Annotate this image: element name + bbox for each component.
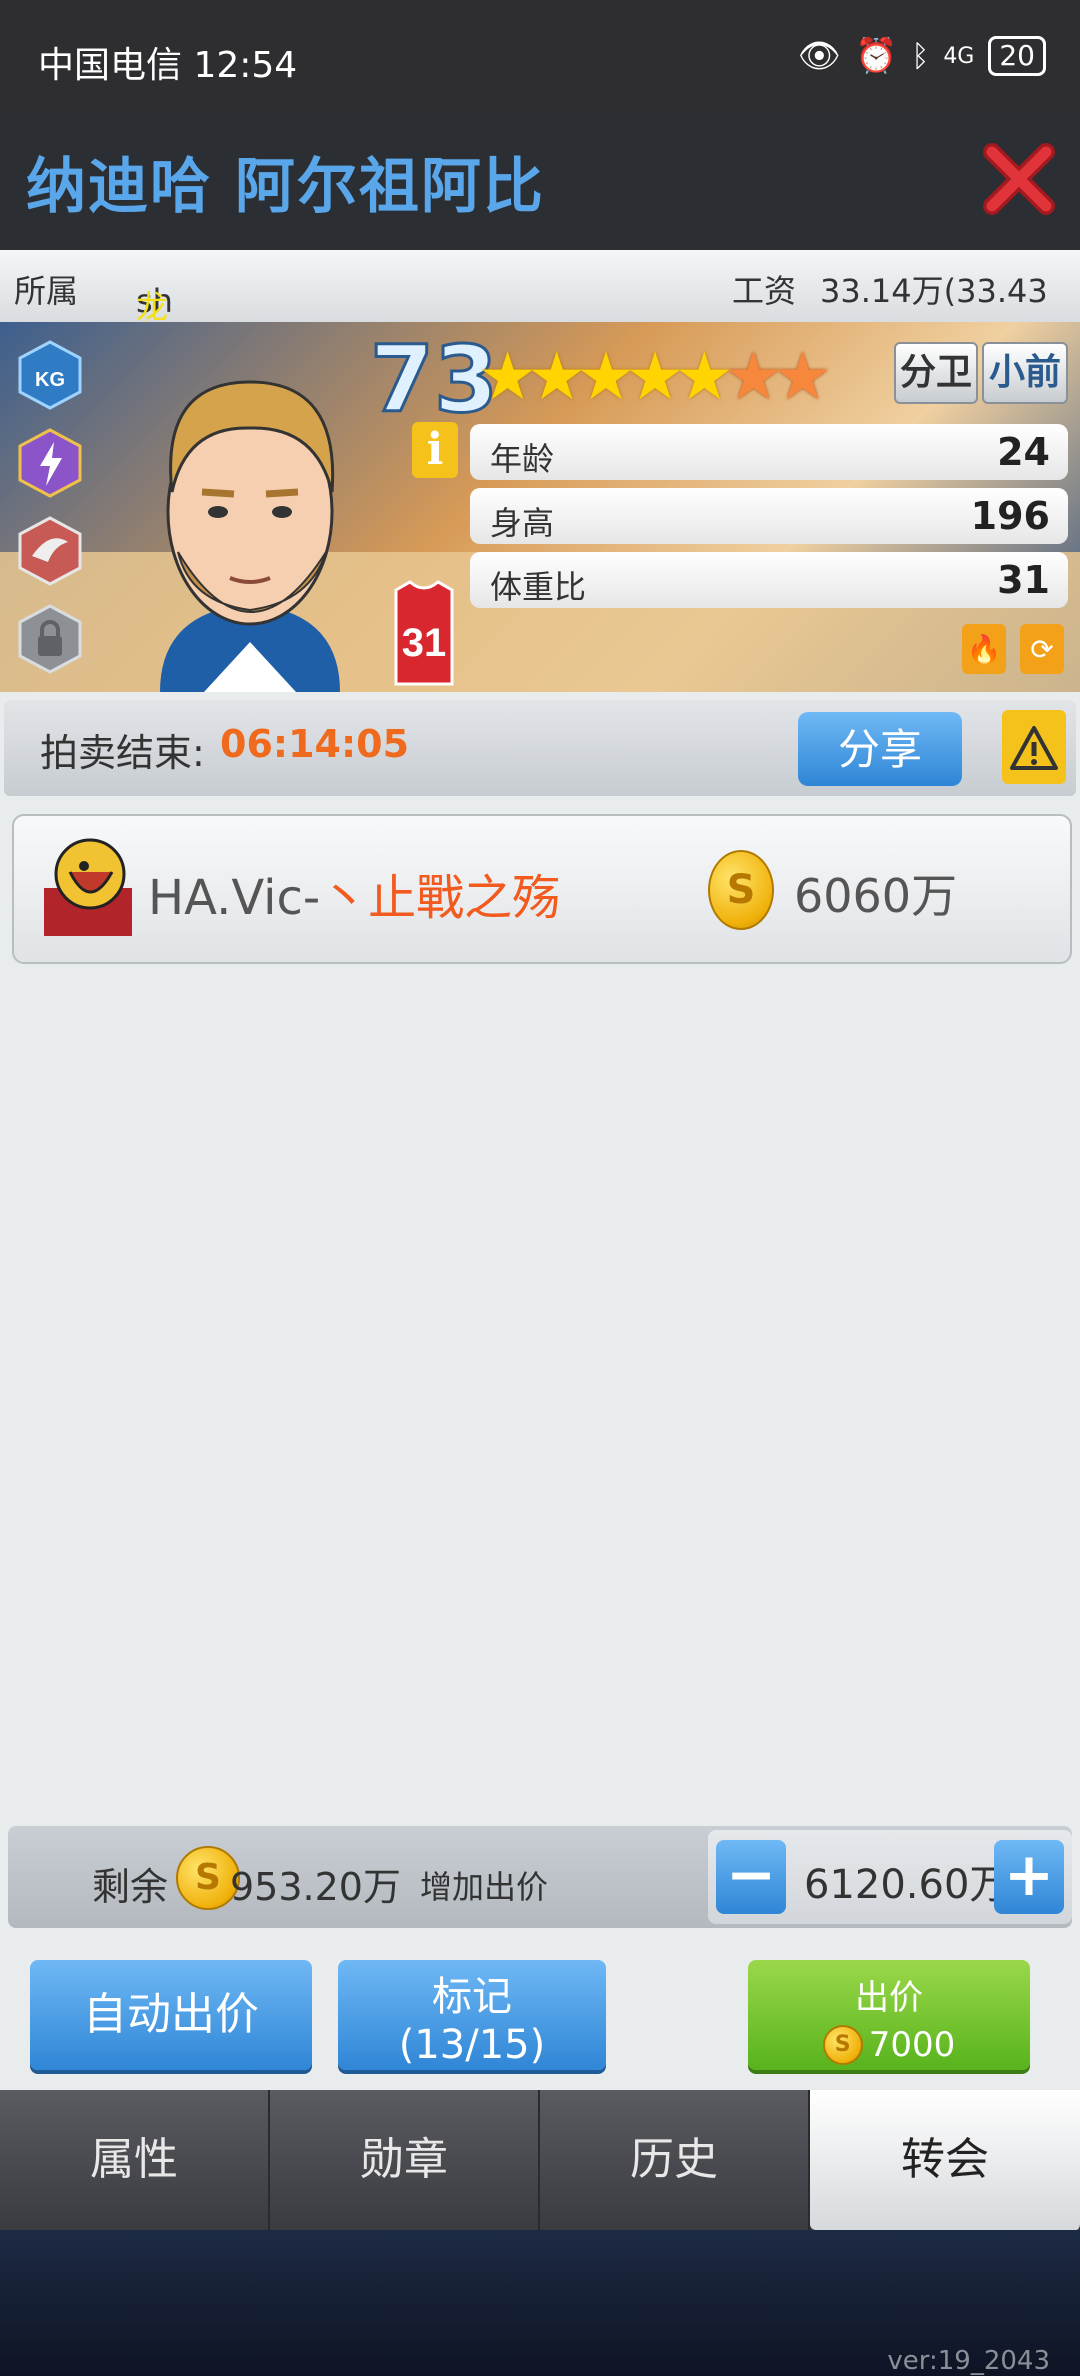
tab-transfer[interactable]: 转会 <box>810 2090 1080 2230</box>
alarm-icon: ⏰ <box>854 36 898 76</box>
close-icon[interactable] <box>982 142 1056 216</box>
bid-cost: S 7000 <box>748 2025 1030 2065</box>
jersey-number: 31 <box>402 621 447 665</box>
bottom-tabs: 属性 勋章 历史 转会 <box>0 2090 1080 2230</box>
lock-badge-icon[interactable] <box>18 604 82 674</box>
auction-end-label: 拍卖结束: <box>40 731 205 775</box>
svg-text:KG: KG <box>35 369 65 391</box>
eye-icon: 👁 <box>797 36 841 76</box>
team-label: 所属 <box>14 272 79 310</box>
star-icon: ★ <box>478 338 537 415</box>
auction-timer-bar: 拍卖结束: 06:14:05 分享 <box>4 700 1076 796</box>
bid-button[interactable]: 出价 S 7000 <box>748 1960 1030 2070</box>
remaining-value: 953.20万 <box>230 1865 401 1909</box>
jersey-icon: 31 <box>394 580 454 686</box>
auto-bid-button[interactable]: 自动出价 <box>30 1960 312 2070</box>
star-icon: ★ <box>723 338 783 415</box>
title-bar: 纳迪哈 阿尔祖阿比 <box>0 110 1080 250</box>
mark-count: (13/15) <box>398 2022 546 2068</box>
star-icon: ★ <box>576 338 635 415</box>
player-card: KG 73 ★★★★★★★ 分卫 小前 i 年龄 24 身高 196 体重比 3… <box>0 322 1080 692</box>
battery-icon: 20 <box>988 36 1046 76</box>
warning-icon[interactable] <box>1002 710 1066 784</box>
position-badge-sf: 小前 <box>982 342 1068 404</box>
bid-value-input[interactable]: 6120.60万 <box>804 1852 1009 1910</box>
status-icons: 👁 ⏰ ᛒ 4G 20 <box>798 36 1046 76</box>
bidder-name: HA.Vic-丶止戰之殇 <box>148 870 561 926</box>
purple-lightning-badge-icon[interactable] <box>18 428 82 498</box>
refresh-icon[interactable]: ⟳ <box>1020 624 1064 674</box>
bid-label: 出价 <box>855 1978 923 2018</box>
star-icon: ★ <box>674 338 734 415</box>
team-logo-icon <box>44 838 132 936</box>
bid-stepper: − 6120.60万 + <box>708 1830 1072 1924</box>
bid-controls: 剩余 S 953.20万 增加出价 − 6120.60万 + <box>8 1826 1072 1928</box>
share-button[interactable]: 分享 <box>798 712 962 786</box>
remaining-label: 剩余 <box>92 1865 169 1909</box>
player-avatar <box>160 380 340 692</box>
star-icon: ★ <box>625 338 685 415</box>
list-item: HA.Vic-丶止戰之殇 S 6060万 <box>12 814 1072 964</box>
stat-age: 年龄 24 <box>470 424 1068 480</box>
increase-bid-label: 增加出价 <box>420 1868 549 1906</box>
position-badge-sg: 分卫 <box>894 342 978 404</box>
mark-label: 标记 <box>432 1974 512 2020</box>
kg-badge-icon[interactable]: KG <box>18 340 82 410</box>
team-salary-row: 所属 sh💫-龙宝 工资 33.14万(33.43万) <box>0 250 1080 372</box>
plus-button[interactable]: + <box>994 1840 1064 1914</box>
background-nav: ver:19_2043 <box>0 2230 1080 2376</box>
fire-icon[interactable]: 🔥 <box>962 624 1006 674</box>
stat-height: 身高 196 <box>470 488 1068 544</box>
salary-label: 工资 <box>732 272 797 310</box>
coin-icon: S <box>822 2025 863 2065</box>
star-icon: ★ <box>773 338 832 415</box>
coin-icon: S <box>708 850 774 930</box>
wing-badge-icon[interactable] <box>18 516 82 586</box>
minus-button[interactable]: − <box>716 1840 786 1914</box>
bid-amount: 6060万 <box>794 869 958 923</box>
mark-button[interactable]: 标记 (13/15) <box>338 1960 606 2070</box>
signal-icon: 4G <box>943 43 975 69</box>
tab-attributes[interactable]: 属性 <box>0 2090 270 2230</box>
player-name-title: 纳迪哈 阿尔祖阿比 <box>26 152 545 222</box>
bluetooth-icon: ᛒ <box>911 38 930 74</box>
info-icon[interactable]: i <box>412 422 458 478</box>
star-icon: ★ <box>527 338 586 415</box>
stat-weight-ratio: 体重比 31 <box>470 552 1068 608</box>
tab-history[interactable]: 历史 <box>540 2090 810 2230</box>
carrier-time: 中国电信 12:54 <box>38 45 298 86</box>
tab-medals[interactable]: 勋章 <box>270 2090 540 2230</box>
version-label: ver:19_2043 <box>887 2346 1050 2376</box>
star-rating: ★★★★★★★ <box>478 338 832 415</box>
auction-countdown: 06:14:05 <box>220 722 410 766</box>
status-bar: 中国电信 12:54 👁 ⏰ ᛒ 4G 20 <box>0 0 1080 110</box>
